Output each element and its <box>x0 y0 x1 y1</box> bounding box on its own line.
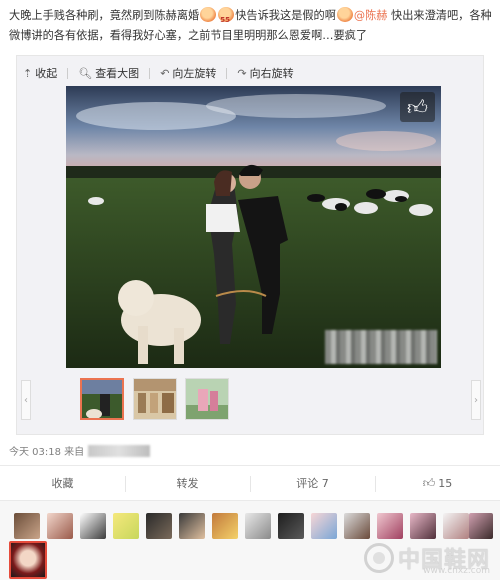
avatar[interactable] <box>47 513 73 539</box>
favorite-button[interactable]: 收藏 <box>0 466 125 500</box>
avatar[interactable] <box>278 513 304 539</box>
view-large-button[interactable]: 🔍︎ 查看大图 <box>78 65 139 81</box>
post-text: 大晚上手贱各种刷，竟然刷到陈赫离婚快告诉我这是假的啊@陈赫 快出来澄清吧，各种微… <box>9 6 493 46</box>
rotate-right-button[interactable]: ↷ 向右旋转 <box>237 65 293 81</box>
photo-scene <box>66 86 441 368</box>
avatar[interactable] <box>344 513 370 539</box>
post-time[interactable]: 今天 03:18 来自 <box>9 443 84 458</box>
thumbnail-1[interactable] <box>80 378 124 420</box>
avatar[interactable] <box>245 513 271 539</box>
action-bar: 收藏 转发 评论 7 👍︎ 15 <box>0 465 500 501</box>
collapse-button[interactable]: ⇡ 收起 <box>23 65 57 81</box>
thumbnail-strip: ‹ › <box>21 376 481 424</box>
blurred-source <box>88 444 151 457</box>
collapse-arrow-icon: ⇡ <box>23 66 33 80</box>
rotate-left-button[interactable]: ↶ 向左旋转 <box>160 65 216 81</box>
sweat-emoji-icon <box>218 7 235 30</box>
collapse-label: 收起 <box>35 67 58 80</box>
avatar[interactable] <box>146 513 172 539</box>
view-large-label: 查看大图 <box>95 67 140 80</box>
magnifier-icon: 🔍︎ <box>78 66 93 80</box>
media-card: ⇡ 收起 🔍︎ 查看大图 ↶ 向左旋转 ↷ 向右旋转 👍︎ ‹ › <box>16 55 484 435</box>
rotate-right-icon: ↷ <box>237 66 247 80</box>
avatar[interactable] <box>113 513 139 539</box>
current-user-avatar[interactable] <box>9 541 47 579</box>
next-thumb-button[interactable]: › <box>471 380 481 420</box>
repost-label: 转发 <box>176 477 199 490</box>
post-text-part2: 快告诉我这是假的啊 <box>235 9 336 22</box>
thumbnail-image <box>82 380 122 418</box>
rotate-right-label: 向右旋转 <box>249 67 294 80</box>
comment-button[interactable]: 评论 7 <box>250 466 375 500</box>
main-photo[interactable]: 👍︎ <box>66 86 441 368</box>
avatar[interactable] <box>311 513 337 539</box>
avatar[interactable] <box>14 513 40 539</box>
favorite-label: 收藏 <box>51 477 74 490</box>
brand-logo-icon <box>363 543 394 573</box>
post-meta: 今天 03:18 来自 <box>9 443 151 458</box>
thumbnail-image <box>186 379 228 419</box>
shocked-emoji-icon <box>200 7 217 22</box>
toolbar-divider <box>149 67 151 79</box>
toolbar-divider <box>67 67 69 79</box>
repost-button[interactable]: 转发 <box>125 466 250 500</box>
blurred-watermark <box>325 330 437 364</box>
like-button[interactable]: 👍︎ 15 <box>375 466 500 500</box>
watermark-url: www.cnxz.com <box>423 566 490 576</box>
site-watermark: 中国鞋网 www.cnxz.com <box>363 542 490 576</box>
prev-thumb-button[interactable]: ‹ <box>21 380 31 420</box>
like-count: 15 <box>438 476 453 490</box>
avatar[interactable] <box>179 513 205 539</box>
thumbs-up-icon: 👍︎ <box>422 475 436 490</box>
avatar[interactable] <box>212 513 238 539</box>
thumbs-up-icon[interactable]: 👍︎ <box>400 92 435 122</box>
liker-avatars: 中国鞋网 www.cnxz.com <box>0 501 500 580</box>
comment-label: 评论 7 <box>296 477 329 490</box>
rotate-left-icon: ↶ <box>160 66 170 80</box>
avatar[interactable] <box>410 513 436 539</box>
avatar[interactable] <box>377 513 403 539</box>
thumbnail-image <box>134 379 176 419</box>
toolbar-divider <box>226 67 228 79</box>
mention-link[interactable]: @陈赫 <box>354 9 388 22</box>
thumbnail-3[interactable] <box>185 378 229 420</box>
avatar[interactable] <box>443 513 469 539</box>
media-toolbar: ⇡ 收起 🔍︎ 查看大图 ↶ 向左旋转 ↷ 向右旋转 <box>23 63 294 83</box>
thumbnail-2[interactable] <box>133 378 177 420</box>
avatar[interactable] <box>469 513 493 539</box>
post-text-part1: 大晚上手贱各种刷，竟然刷到陈赫离婚 <box>9 9 200 22</box>
rotate-left-label: 向左旋转 <box>172 67 217 80</box>
crying-emoji-icon <box>336 7 353 22</box>
avatar[interactable] <box>80 513 106 539</box>
